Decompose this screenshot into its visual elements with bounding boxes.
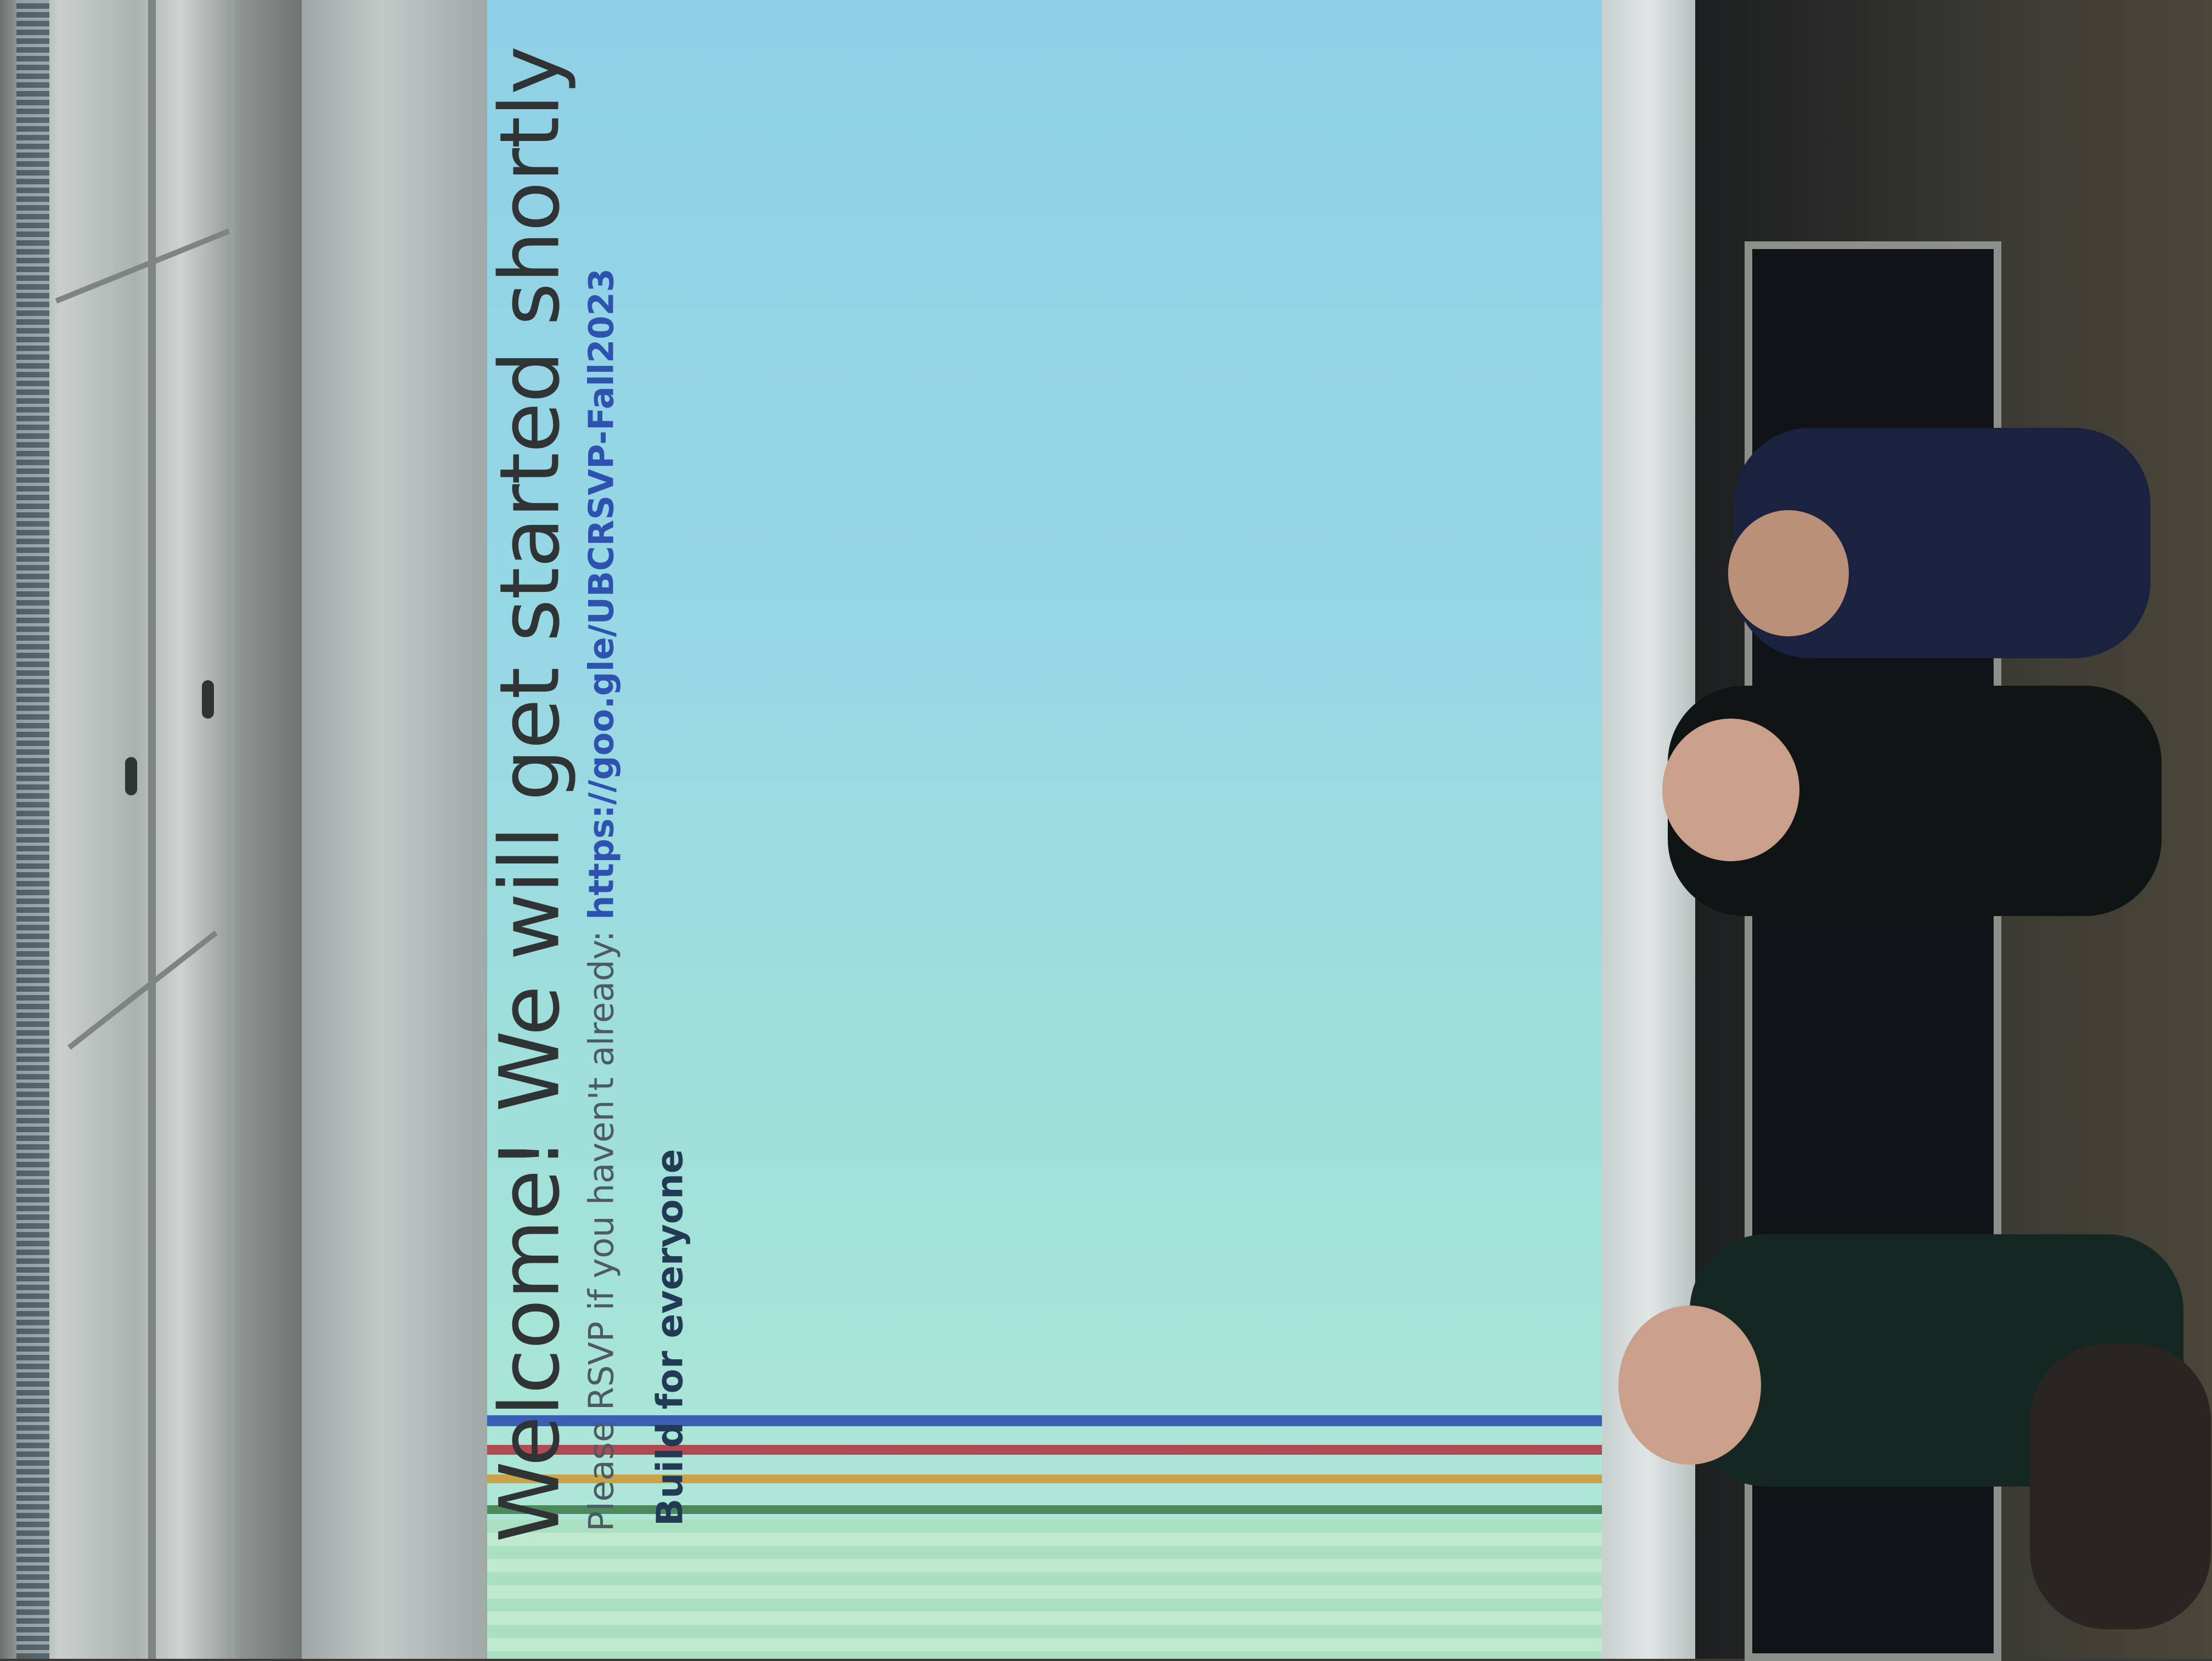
slide-headline: Welcome! We will get started shortly: [482, 46, 578, 1543]
audience-person-head: [1618, 1306, 1761, 1465]
window-wall: [0, 0, 302, 1659]
audience-person-head: [1728, 510, 1849, 636]
window-frame-bar: [67, 930, 218, 1050]
window-blinds: [16, 0, 49, 1659]
wall-fixture: [125, 757, 137, 795]
rsvp-link[interactable]: https://goo.gle/UBCRSVP-Fall2023: [582, 268, 622, 919]
audience-person-head: [1662, 719, 1799, 861]
wall-fixture: [202, 680, 214, 719]
wall-panel-seam: [230, 0, 235, 1659]
rsvp-line: Please RSVP if you haven't already: http…: [582, 116, 622, 1532]
wall-panel-seam: [148, 0, 156, 1659]
screen-housing: [302, 0, 499, 1659]
rsvp-prefix: Please RSVP if you haven't already:: [581, 919, 622, 1532]
slide-tagline: Build for everyone: [648, 1149, 691, 1526]
slide-text-block: Welcome! We will get started shortly Ple…: [482, 46, 691, 1543]
window-frame-bar: [55, 228, 230, 304]
audience-person: [2030, 1344, 2211, 1629]
